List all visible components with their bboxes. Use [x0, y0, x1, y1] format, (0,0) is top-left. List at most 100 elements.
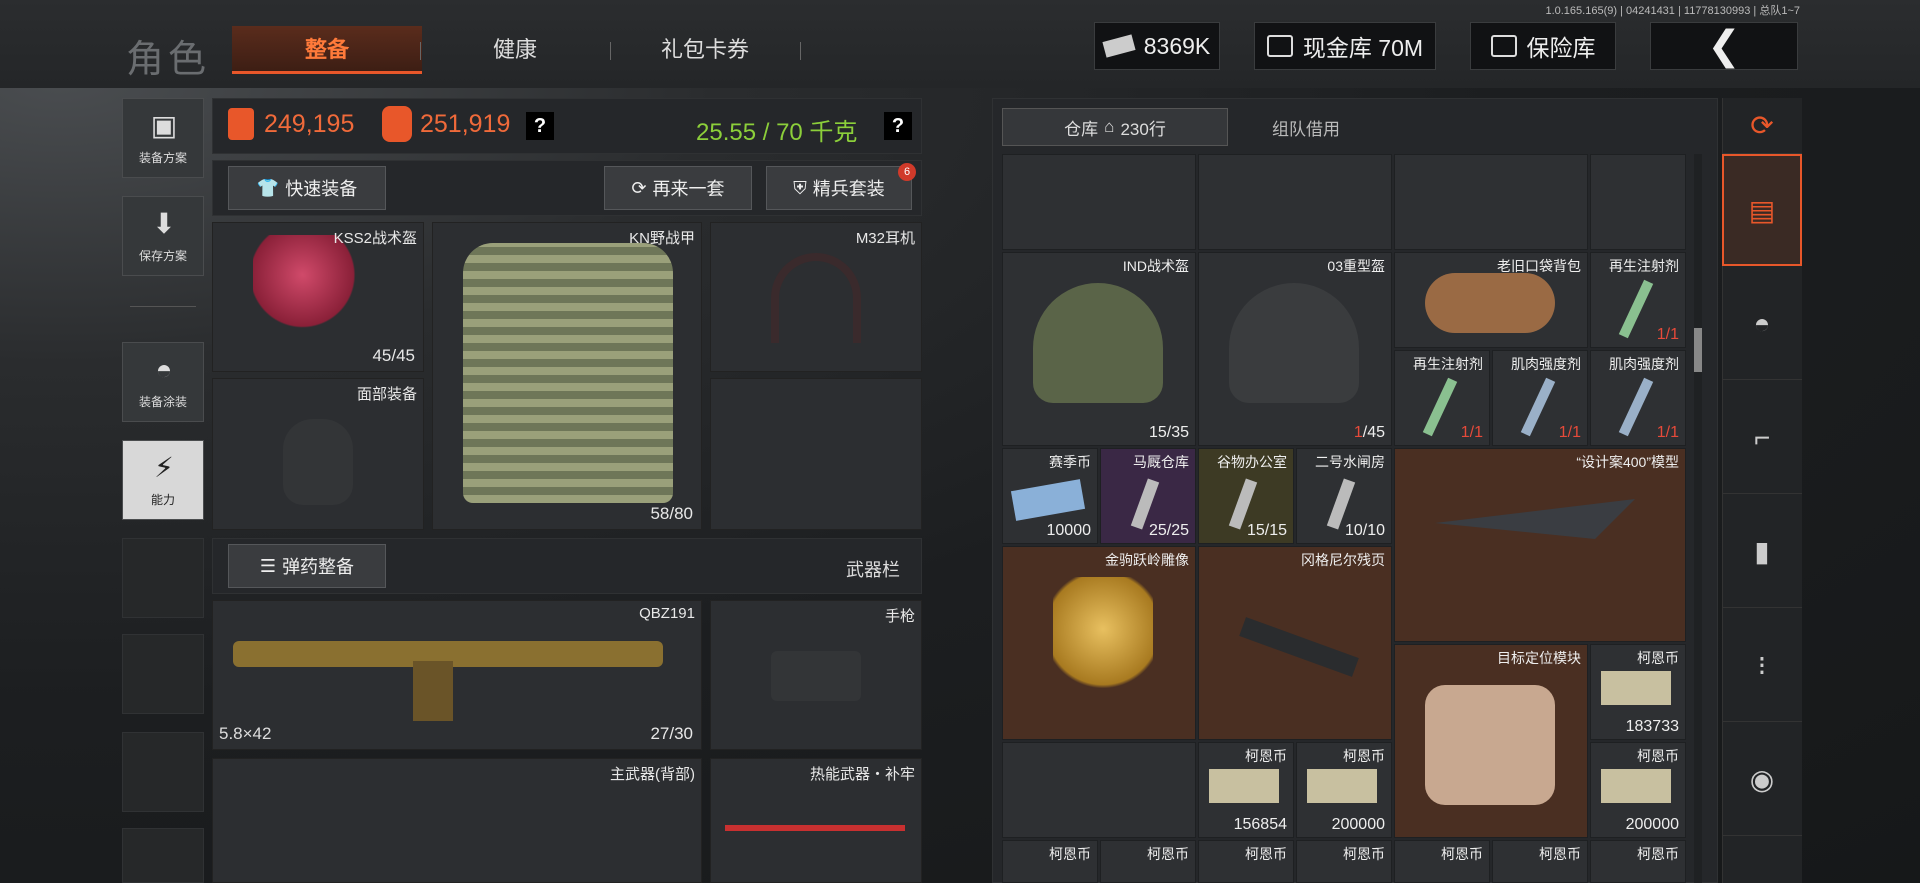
item-name: 赛季币 [1049, 454, 1091, 470]
vest-icon: ▣ [150, 110, 178, 141]
helmet-category-icon[interactable]: ◓ [1722, 268, 1802, 380]
scope-category-icon[interactable]: ◉ [1722, 724, 1802, 836]
item-name: 谷物办公室 [1217, 454, 1287, 470]
grid-item-key-stable[interactable]: 马厩仓库 25/25 [1100, 448, 1196, 544]
grid-item-season-coin[interactable]: 赛季币 10000 [1002, 448, 1098, 544]
primary-ammo: 27/30 [650, 724, 693, 743]
paint-button[interactable]: ◓ 装备涂装 [122, 342, 204, 422]
grid-item-coin[interactable]: 柯恩币 [1002, 840, 1098, 883]
cash-stack-image [1307, 769, 1377, 803]
grid-item-coin[interactable]: 柯恩币 [1100, 840, 1196, 883]
grid-item-locator[interactable]: 目标定位模块 [1394, 644, 1588, 838]
lightning-icon: ⚡ [154, 452, 174, 483]
tab-health[interactable]: 健康 [420, 26, 610, 74]
grid-item-03-helmet[interactable]: 03重型盔 1/45 [1198, 252, 1392, 446]
loadout-plan-button[interactable]: ▣ 装备方案 [122, 98, 204, 178]
melee-slot[interactable]: 热能武器・补牢 [710, 758, 922, 883]
face-slot[interactable]: 面部装备 [212, 378, 424, 530]
all-items-icon[interactable]: ▤ [1722, 154, 1802, 266]
elite-set-button[interactable]: ⛨ 精兵套装 [766, 166, 912, 210]
magazine-category-icon[interactable]: ▮ [1722, 496, 1802, 608]
item-count: 200000 [1331, 816, 1385, 833]
armor-slot[interactable]: KN野战甲 58/80 [432, 222, 702, 530]
primary-name: QBZ191 [639, 605, 695, 622]
item-count: 1/1 [1656, 424, 1679, 441]
ammo-button[interactable]: ☰ 弹药整备 [228, 544, 386, 588]
again-button[interactable]: ⟳ 再来一套 [604, 166, 752, 210]
grid-item-muscle[interactable]: 肌肉强度剂 1/1 [1492, 350, 1588, 446]
grid-item-key-gate[interactable]: 二号水闸房 10/10 [1296, 448, 1392, 544]
scrollbar-track[interactable] [1694, 154, 1702, 883]
grid-item-regen[interactable]: 再生注射剂 1/1 [1394, 350, 1490, 446]
grid-item-muscle[interactable]: 肌肉强度剂 1/1 [1590, 350, 1686, 446]
ability-button[interactable]: ⚡ 能力 [122, 440, 204, 520]
empty-gear-slot[interactable] [710, 378, 922, 530]
grid-item-coin[interactable]: 柯恩币 [1296, 840, 1392, 883]
tab-team-borrow[interactable]: 组队借用 [1228, 108, 1384, 146]
rifle-magazine-image [413, 661, 453, 721]
currency-display[interactable]: 8369K [1094, 22, 1220, 70]
back-arrow-icon: ❮ [1707, 24, 1741, 68]
grid-item-coin[interactable]: 柯恩币 [1198, 840, 1294, 883]
cash-vault-button[interactable]: 现金库 70M [1254, 22, 1436, 70]
cash-icon [1102, 34, 1136, 58]
empty-slot [122, 828, 204, 883]
tab-loadout[interactable]: 整备 [232, 26, 422, 74]
item-name: 再生注射剂 [1609, 258, 1679, 274]
item-name: 柯恩币 [1637, 846, 1679, 862]
grid-item-regen[interactable]: 再生注射剂 1/1 [1590, 252, 1686, 348]
back-button[interactable]: ❮ [1650, 22, 1798, 70]
item-name: 目标定位模块 [1497, 650, 1581, 666]
grid-item-coin[interactable]: 柯恩币 156854 [1198, 742, 1294, 838]
grid-item-bag[interactable]: 老旧口袋背包 [1394, 252, 1588, 348]
item-name: 马厩仓库 [1133, 454, 1189, 470]
item-name: 肌肉强度剂 [1511, 356, 1581, 372]
helmet-name: KSS2战术盔 [333, 230, 417, 247]
save-plan-button[interactable]: ⬇ 保存方案 [122, 196, 204, 276]
jet-model-image [1435, 499, 1635, 539]
grid-empty[interactable] [1590, 154, 1686, 250]
headset-slot[interactable]: M32耳机 [710, 222, 922, 372]
help-icon[interactable]: ? [526, 112, 554, 140]
grid-item-coin[interactable]: 柯恩币 200000 [1296, 742, 1392, 838]
safe-icon [1490, 35, 1517, 57]
melee-name: 热能武器・补牢 [809, 766, 915, 783]
weapon-bar-label: 武器栏 [846, 560, 900, 580]
grid-item-key-office[interactable]: 谷物办公室 15/15 [1198, 448, 1294, 544]
primary-weapon-slot[interactable]: QBZ191 5.8×42 27/30 [212, 600, 702, 750]
cash-stack-image [1209, 769, 1279, 803]
tab-warehouse[interactable]: 仓库 ⌂ 230行 [1002, 108, 1228, 146]
armor-value: 249,195 [264, 110, 355, 138]
rifle-category-icon[interactable]: ⌐ [1722, 382, 1802, 494]
grid-item-headset[interactable] [1002, 154, 1196, 250]
grid-item-coin[interactable]: 柯恩币 200000 [1590, 742, 1686, 838]
sort-icon[interactable]: ⟳ [1722, 98, 1802, 154]
item-count-max: /45 [1362, 424, 1385, 441]
armor-image [463, 243, 673, 503]
grid-item-headset[interactable] [1198, 154, 1392, 250]
ammo-category-icon[interactable]: ⁝ [1722, 610, 1802, 722]
tab-gift[interactable]: 礼包卡券 [610, 26, 800, 74]
grid-item-ind-helmet[interactable]: IND战术盔 15/35 [1002, 252, 1196, 446]
shield-icon: ⛨ [793, 177, 807, 198]
pistol-name: 手枪 [884, 608, 915, 625]
grid-item-coin[interactable]: 柯恩币 183733 [1590, 644, 1686, 740]
grid-item-horse-statue[interactable]: 金驹跃岭雕像 [1002, 546, 1196, 740]
pistol-slot[interactable]: 手枪 [710, 600, 922, 750]
grid-item-scroll[interactable]: 冈格尼尔残页 [1198, 546, 1392, 740]
scrollbar-thumb[interactable] [1694, 328, 1702, 372]
grid-empty[interactable] [1002, 742, 1196, 838]
helmet-slot[interactable]: KSS2战术盔 45/45 [212, 222, 424, 372]
back-weapon-slot[interactable]: 主武器(背部) [212, 758, 702, 883]
grid-item-coin[interactable]: 柯恩币 [1492, 840, 1588, 883]
weight-help-icon[interactable]: ? [884, 112, 912, 140]
ability-label: 能力 [150, 493, 175, 507]
grid-item-model[interactable]: “设计案400”模型 [1394, 448, 1686, 642]
item-name: 金驹跃岭雕像 [1105, 552, 1189, 568]
grid-empty[interactable] [1394, 154, 1588, 250]
grid-item-coin[interactable]: 柯恩币 [1590, 840, 1686, 883]
item-name: IND战术盔 [1122, 258, 1189, 274]
safe-button[interactable]: 保险库 [1470, 22, 1616, 70]
quick-equip-button[interactable]: 👕 快速装备 [228, 166, 386, 210]
grid-item-coin[interactable]: 柯恩币 [1394, 840, 1490, 883]
